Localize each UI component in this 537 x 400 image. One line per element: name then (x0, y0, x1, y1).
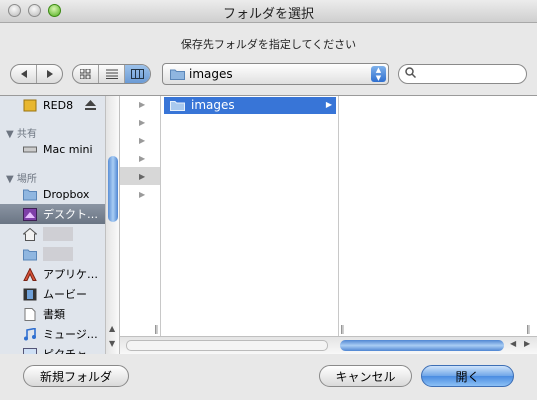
file-browser: RED8 ▼ 共有 Mac mini ▼ 場所 Dropbox デスクト… アプ… (0, 95, 537, 354)
chevron-right-icon: ▶ (139, 154, 146, 163)
cancel-button[interactable]: キャンセル (319, 365, 412, 387)
sidebar-item-applications[interactable]: アプリケ… (0, 264, 105, 284)
parent-column: ▶ ▶ ▶ ▶ ▶ ▶ ‖ (120, 96, 161, 336)
forward-arrow-icon (46, 70, 53, 78)
column-resize-handle[interactable]: ‖ (526, 325, 531, 335)
sidebar-header-shared: ▼ 共有 (6, 129, 37, 140)
scroll-down-icon[interactable]: ▼ (109, 339, 115, 348)
music-icon (24, 327, 36, 340)
computer-icon (23, 146, 37, 152)
scroll-left-icon[interactable]: ◀ (510, 339, 516, 348)
disk-icon (23, 99, 37, 111)
sidebar-scroll-thumb[interactable] (108, 156, 118, 222)
sidebar-scrollbar[interactable]: ▲ ▼ (105, 96, 120, 354)
desktop-icon (23, 207, 37, 221)
folder-column: images ▶ ‖ (162, 96, 345, 336)
empty-column: ‖ (340, 96, 537, 336)
folder-icon (23, 189, 37, 200)
search-field[interactable] (398, 64, 527, 84)
horizontal-scroll-thumb[interactable] (340, 340, 504, 351)
location-popup[interactable]: images ▲ ▼ (162, 63, 389, 85)
sidebar-item-desktop[interactable]: デスクト… (0, 204, 105, 224)
chevron-right-icon: ▶ (139, 100, 146, 109)
documents-icon (24, 307, 36, 321)
icon-view-icon (80, 69, 91, 79)
icon-view-button[interactable] (73, 65, 99, 83)
window-title: フォルダを選択 (222, 7, 314, 22)
movies-icon (23, 288, 37, 300)
sidebar-item-home[interactable] (0, 224, 105, 244)
sidebar-item-documents[interactable]: 書類 (0, 304, 105, 324)
list-view-icon (105, 69, 118, 79)
horizontal-scrollbar[interactable]: ◀ ▶ (120, 336, 537, 354)
back-forward-control (10, 64, 63, 84)
scroll-up-icon[interactable]: ▲ (109, 324, 115, 333)
new-folder-button[interactable]: 新規フォルダ (23, 365, 129, 387)
folder-icon (170, 101, 185, 111)
chevron-right-icon: ▶ (139, 172, 146, 181)
sidebar-item-red8[interactable]: RED8 (0, 96, 105, 115)
sidebar-item-mac-mini[interactable]: Mac mini (0, 139, 105, 159)
eject-icon[interactable] (85, 100, 97, 110)
chevron-right-icon: ▶ (139, 118, 146, 127)
sidebar-item-folder[interactable] (0, 244, 105, 264)
sidebar-item-pictures[interactable]: ピクチャ (0, 344, 105, 354)
chevron-right-icon: ▶ (139, 190, 146, 199)
sidebar-item-music[interactable]: ミュージ… (0, 324, 105, 344)
sidebar: RED8 ▼ 共有 Mac mini ▼ 場所 Dropbox デスクト… アプ… (0, 96, 105, 354)
folder-icon (170, 69, 185, 80)
location-label: images (189, 67, 233, 81)
view-mode-control (72, 64, 151, 84)
applications-icon (23, 267, 37, 281)
open-button[interactable]: 開く (421, 365, 514, 387)
column-view-button[interactable] (125, 65, 150, 83)
scroll-track (126, 340, 328, 351)
dialog-prompt: 保存先フォルダを指定してください (180, 38, 357, 51)
scroll-right-icon[interactable]: ▶ (524, 339, 530, 348)
list-view-button[interactable] (99, 65, 125, 83)
home-icon (23, 227, 37, 241)
column-resize-handle[interactable]: ‖ (154, 325, 159, 335)
chevron-right-icon: ▶ (139, 136, 146, 145)
sidebar-header-places: ▼ 場所 (6, 174, 37, 185)
back-arrow-icon (20, 70, 27, 78)
forward-button[interactable] (37, 65, 62, 83)
list-item[interactable]: images ▶ (164, 97, 336, 114)
back-button[interactable] (11, 65, 37, 83)
title-bar: フォルダを選択 (0, 0, 537, 23)
pictures-icon (23, 347, 37, 354)
search-icon (405, 67, 416, 78)
chevron-right-icon: ▶ (325, 100, 332, 109)
sidebar-item-movies[interactable]: ムービー (0, 284, 105, 304)
folder-icon (23, 249, 37, 260)
column-view-icon (131, 69, 144, 79)
popup-arrows-icon: ▲ ▼ (371, 66, 386, 82)
sidebar-item-dropbox[interactable]: Dropbox (0, 184, 105, 204)
